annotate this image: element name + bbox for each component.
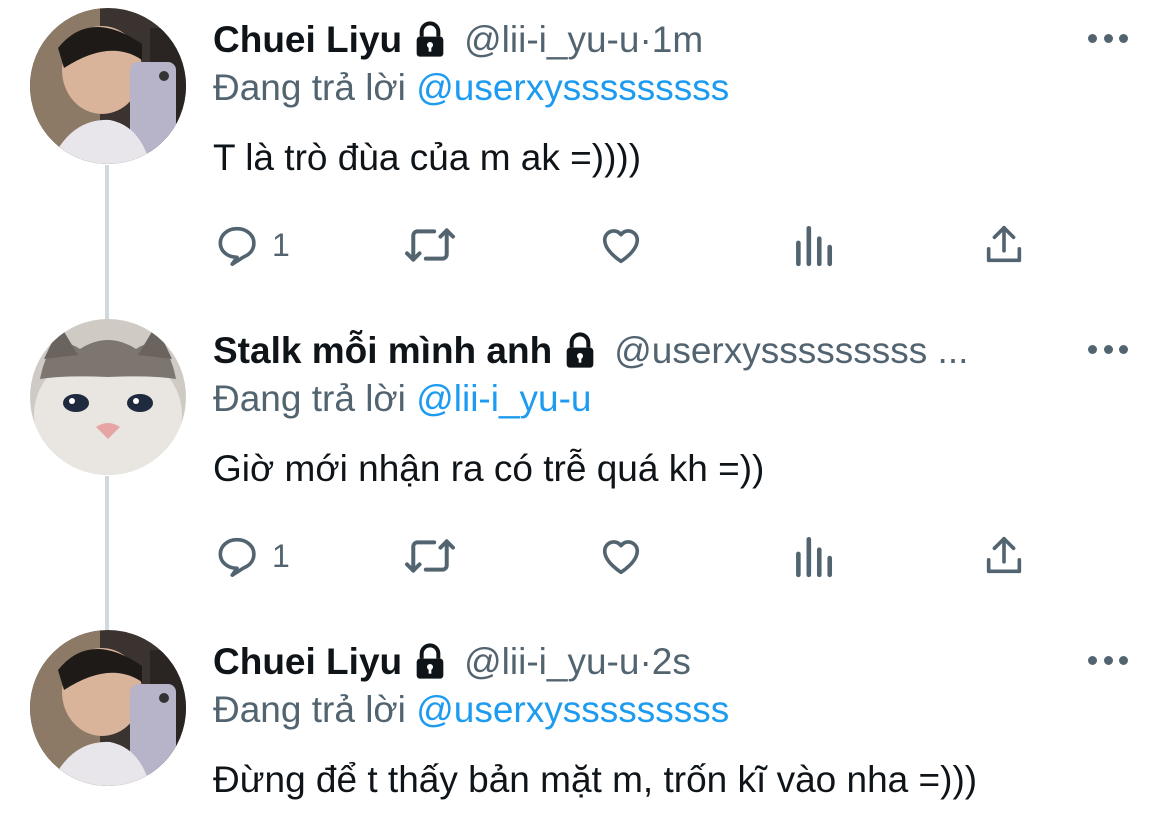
avatar[interactable] — [30, 630, 186, 786]
lock-icon — [410, 20, 450, 60]
heart-icon — [602, 540, 640, 575]
retweet-icon — [405, 228, 455, 262]
lock-icon — [560, 331, 600, 371]
replying-prefix: Đang trả lời — [213, 67, 417, 108]
more-options-icon[interactable] — [1088, 26, 1128, 50]
replying-prefix: Đang trả lời — [213, 689, 417, 730]
more-options-icon[interactable] — [1088, 337, 1128, 361]
reply-icon — [218, 537, 256, 577]
tweet-text: Đừng để t thấy bản mặt m, trốn kĩ vào nh… — [213, 759, 978, 800]
replying-to: Đang trả lời @lii-i_yu-u — [213, 375, 592, 423]
reply-count: 1 — [272, 537, 290, 574]
reply-icon — [218, 226, 256, 266]
separator: · — [639, 641, 652, 682]
boy-selfie-avatar-image — [30, 8, 186, 164]
separator: · — [639, 19, 652, 60]
heart-icon — [602, 229, 640, 264]
replying-to: Đang trả lời @userxysssssssss — [213, 686, 729, 734]
reply-button[interactable]: 1 — [214, 531, 290, 581]
analytics-icon — [796, 536, 833, 578]
share-icon — [986, 225, 1022, 263]
analytics-icon — [796, 225, 833, 267]
cat-avatar-image — [30, 319, 186, 475]
display-name[interactable]: Chuei Liyu — [213, 16, 402, 64]
reply-button[interactable]: 1 — [214, 220, 290, 270]
more-options-icon[interactable] — [1088, 648, 1128, 672]
display-name[interactable]: Stalk mỗi mình anh — [213, 327, 552, 375]
replying-to: Đang trả lời @userxysssssssss — [213, 64, 729, 112]
mention-link[interactable]: @lii-i_yu-u — [416, 378, 591, 419]
analytics-button[interactable] — [792, 220, 834, 270]
tweet[interactable]: Chuei Liyu @lii-i_yu-u · 2s Đang trả lời… — [0, 622, 1170, 831]
avatar[interactable] — [30, 319, 186, 475]
reply-count: 1 — [272, 226, 290, 263]
timestamp[interactable]: 2s — [652, 638, 691, 686]
like-button[interactable] — [597, 220, 645, 270]
mention-link[interactable]: @userxysssssssss — [416, 67, 729, 108]
retweet-icon — [405, 539, 455, 573]
avatar[interactable] — [30, 8, 186, 164]
tweet-header: Chuei Liyu @lii-i_yu-u · 2s — [213, 638, 691, 686]
tweet-text: Giờ mới nhận ra có trễ quá kh =)) — [213, 448, 765, 489]
display-name[interactable]: Chuei Liyu — [213, 638, 402, 686]
retweet-button[interactable] — [402, 220, 458, 270]
tweet[interactable]: Chuei Liyu @lii-i_yu-u · 1m Đang trả lời… — [0, 0, 1170, 311]
user-handle[interactable]: @lii-i_yu-u — [464, 638, 639, 686]
tweet-header: Stalk mỗi mình anh @userxysssssssss ... — [213, 327, 968, 375]
user-handle[interactable]: @lii-i_yu-u — [464, 16, 639, 64]
tweet-header: Chuei Liyu @lii-i_yu-u · 1m — [213, 16, 703, 64]
share-button[interactable] — [981, 531, 1027, 581]
share-button[interactable] — [981, 220, 1027, 270]
share-icon — [986, 536, 1022, 574]
analytics-button[interactable] — [792, 531, 834, 581]
mention-link[interactable]: @userxysssssssss — [416, 689, 729, 730]
user-handle[interactable]: @userxysssssssss ... — [614, 327, 968, 375]
lock-icon — [410, 642, 450, 682]
timestamp[interactable]: 1m — [652, 16, 703, 64]
replying-prefix: Đang trả lời — [213, 378, 417, 419]
retweet-button[interactable] — [402, 531, 458, 581]
boy-selfie-avatar-image — [30, 630, 186, 786]
tweet[interactable]: Stalk mỗi mình anh @userxysssssssss ... … — [0, 311, 1170, 622]
tweet-text: T là trò đùa của m ak =)))) — [213, 137, 642, 178]
like-button[interactable] — [597, 531, 645, 581]
